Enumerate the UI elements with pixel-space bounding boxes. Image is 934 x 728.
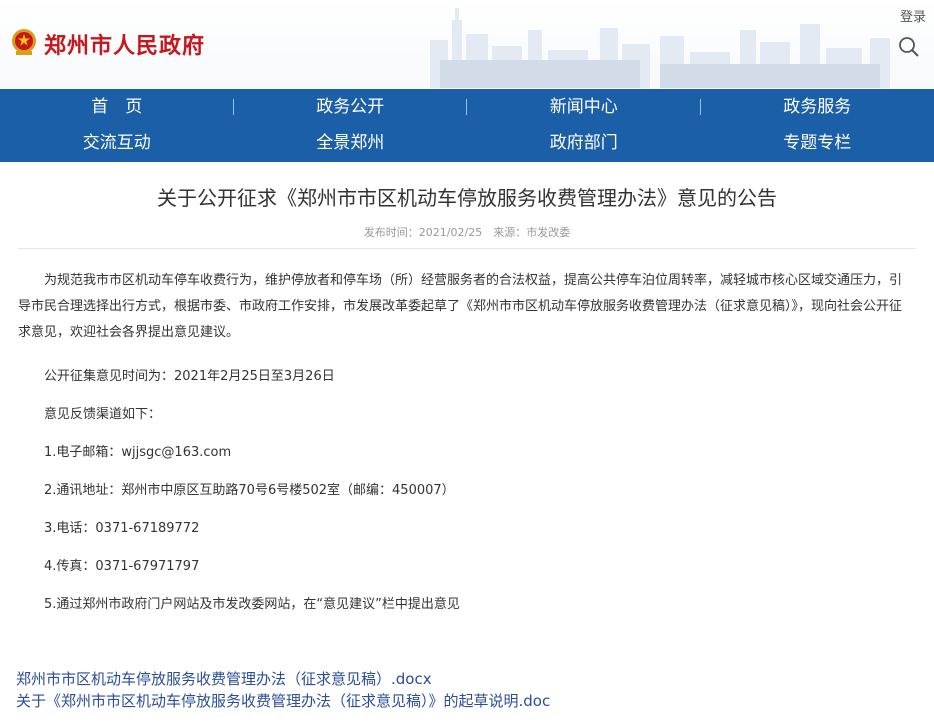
- main-nav: 首 页 政务公开 新闻中心 政务服务 交流互动 全景郑州 政府部门 专题专栏: [0, 89, 934, 162]
- channels-heading: 意见反馈渠道如下：: [44, 407, 162, 422]
- article-intro: 为规范我市市区机动车停车收费行为，维护停放者和停车场（所）经营服务者的合法权益，…: [18, 273, 903, 340]
- site-header: 郑州市人民政府 登录: [0, 0, 934, 88]
- nav-item-government-services[interactable]: 政务服务: [701, 90, 934, 126]
- article-meta: 发布时间：2021/02/25 来源：市发改委: [363, 226, 571, 239]
- nav-item-interaction[interactable]: 交流互动: [0, 126, 234, 162]
- nav-item-home[interactable]: 首 页: [0, 90, 234, 126]
- channel-phone: 3.电话：0371-67189772: [44, 521, 200, 536]
- channel-website: 5.通过郑州市政府门户网站及市发改委网站，在“意见建议”栏中提出意见: [44, 597, 460, 612]
- login-link[interactable]: 登录: [900, 6, 926, 25]
- comment-period: 公开征集意见时间为：2021年2月25日至3月26日: [44, 369, 335, 384]
- attachment-link[interactable]: 关于《郑州市市区机动车停放服务收费管理办法（征求意见稿）》的起草说明.doc: [16, 690, 550, 711]
- channel-fax: 4.传真：0371-67971797: [44, 559, 200, 574]
- nav-item-panorama[interactable]: 全景郑州: [234, 126, 468, 162]
- channel-email: 1.电子邮箱：wjjsgc@163.com: [44, 445, 232, 460]
- nav-item-government-affairs[interactable]: 政务公开: [234, 90, 468, 126]
- divider: [18, 248, 916, 249]
- nav-row-2: 交流互动 全景郑州 政府部门 专题专栏: [0, 126, 934, 162]
- nav-item-departments[interactable]: 政府部门: [467, 126, 701, 162]
- nav-row-1: 首 页 政务公开 新闻中心 政务服务: [0, 90, 934, 126]
- channel-address: 2.通讯地址：郑州市中原区互助路70号6号楼502室（邮编：450007）: [44, 483, 455, 498]
- national-emblem-icon: [12, 29, 36, 55]
- search-icon[interactable]: [898, 36, 920, 58]
- attachment-link[interactable]: 郑州市市区机动车停放服务收费管理办法（征求意见稿）.docx: [16, 668, 432, 689]
- article-title: 关于公开征求《郑州市市区机动车停放服务收费管理办法》意见的公告: [157, 186, 777, 210]
- nav-item-special-topics[interactable]: 专题专栏: [701, 126, 934, 162]
- nav-item-news-center[interactable]: 新闻中心: [467, 90, 701, 126]
- site-title[interactable]: 郑州市人民政府: [44, 28, 205, 60]
